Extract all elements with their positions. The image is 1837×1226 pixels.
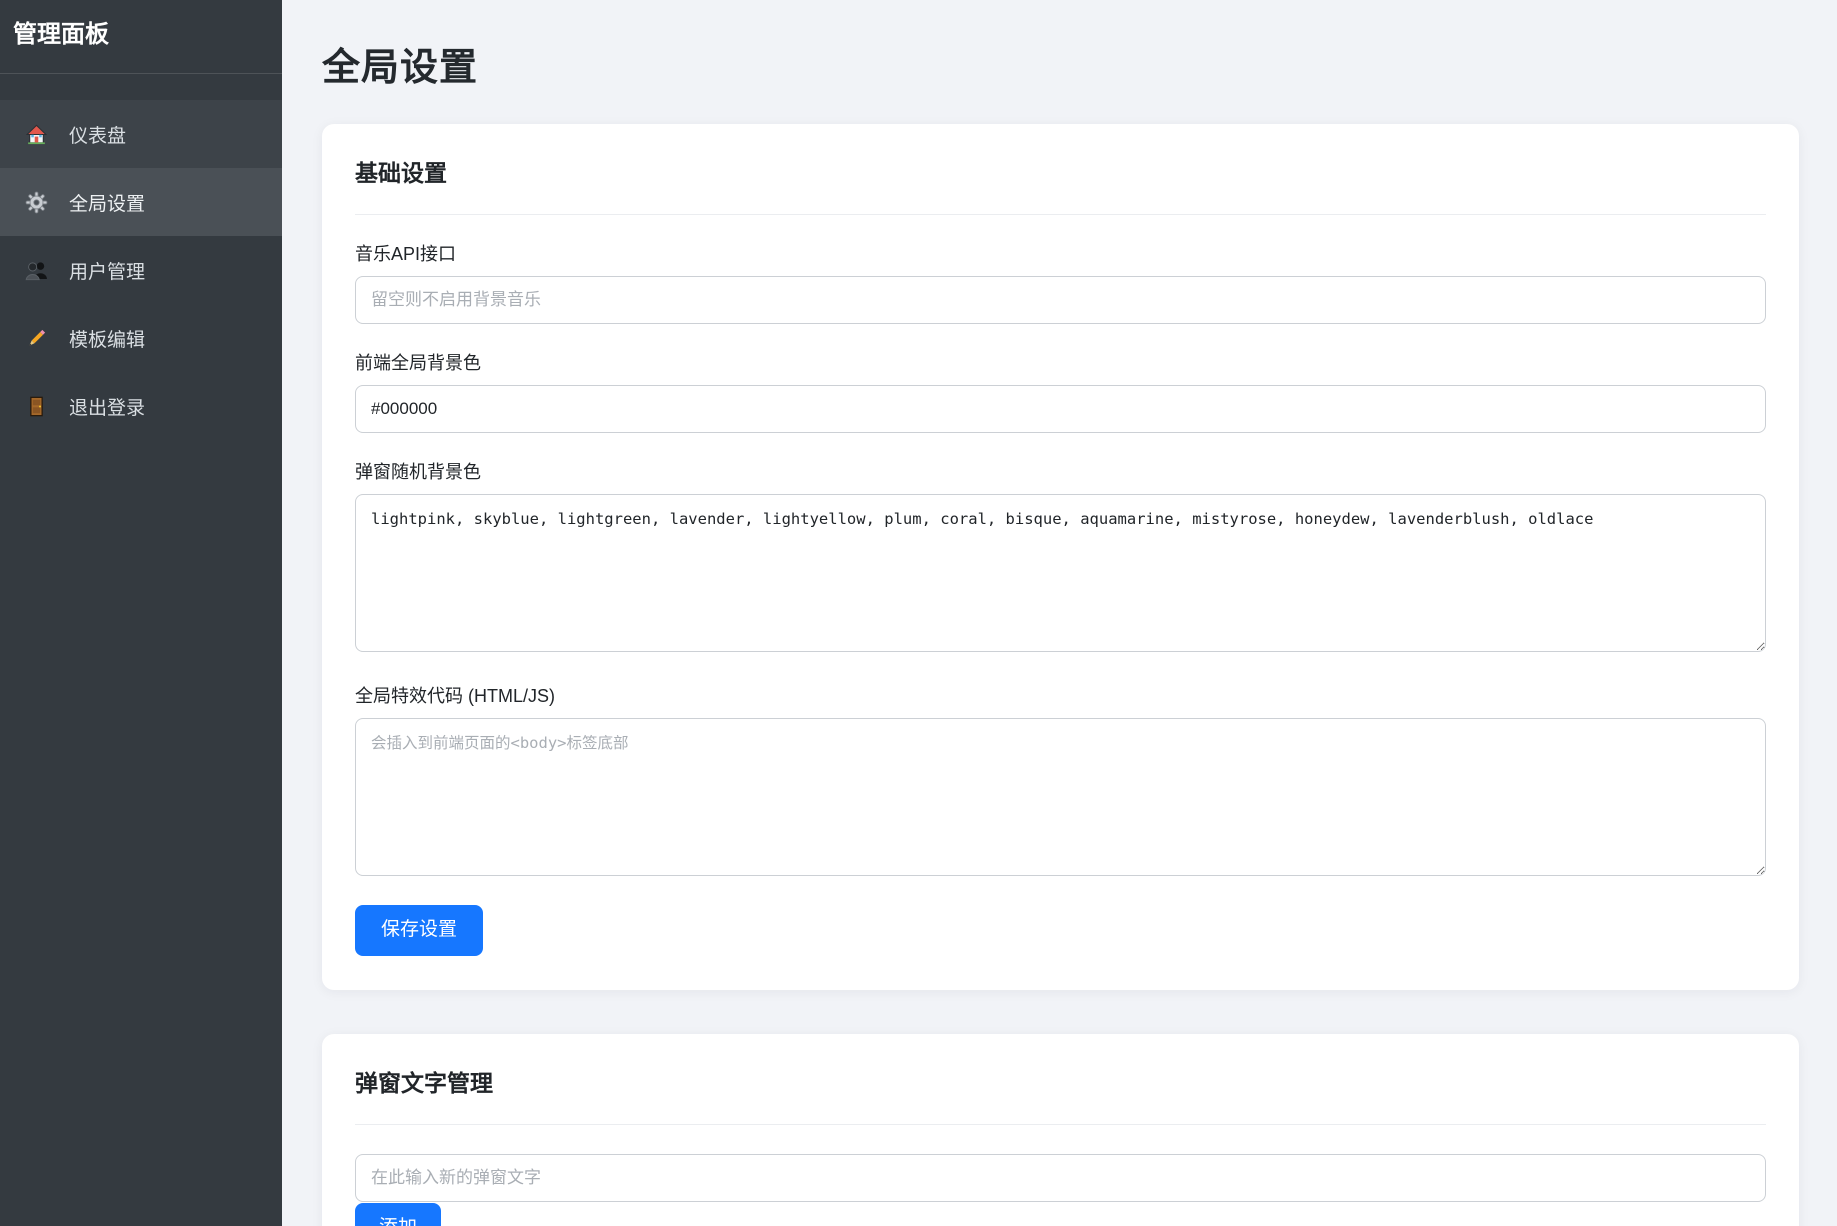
popup-text-input-row: 添加 [355,1154,1766,1226]
app-root: 管理面板 仪表盘 [0,0,1837,1226]
sidebar-item-label: 退出登录 [69,393,145,420]
house-icon [23,121,49,147]
users-icon [23,257,49,283]
frontend-bg-color-input[interactable] [355,385,1766,433]
gear-icon [23,189,49,215]
sidebar-item-dashboard[interactable]: 仪表盘 [0,100,282,168]
sidebar-item-label: 模板编辑 [69,325,145,352]
sidebar-item-label: 用户管理 [69,257,145,284]
music-api-group: 音乐API接口 [355,240,1766,324]
door-icon [23,393,49,419]
pencil-icon [23,325,49,351]
sidebar-nav: 仪表盘 全局设置 [0,100,282,440]
global-effects-code-group: 全局特效代码 (HTML/JS) [355,682,1766,881]
frontend-bg-color-label: 前端全局背景色 [355,349,1766,375]
save-settings-button[interactable]: 保存设置 [355,905,483,956]
main-content: 全局设置 基础设置 音乐API接口 前端全局背景色 弹窗随机背景色 lightp… [282,0,1837,1226]
popup-text-card: 弹窗文字管理 添加 [322,1034,1799,1226]
popup-text-input[interactable] [355,1154,1766,1202]
global-effects-code-textarea[interactable] [355,718,1766,876]
popup-random-colors-label: 弹窗随机背景色 [355,458,1766,484]
music-api-input[interactable] [355,276,1766,324]
popup-random-colors-group: 弹窗随机背景色 lightpink, skyblue, lightgreen, … [355,458,1766,657]
sidebar-item-label: 仪表盘 [69,121,126,148]
basic-settings-card: 基础设置 音乐API接口 前端全局背景色 弹窗随机背景色 lightpink, … [322,124,1799,990]
sidebar-item-label: 全局设置 [69,189,145,216]
basic-settings-heading: 基础设置 [355,146,1766,215]
sidebar-title: 管理面板 [0,0,282,74]
sidebar-item-user-management[interactable]: 用户管理 [0,236,282,304]
sidebar: 管理面板 仪表盘 [0,0,282,1226]
sidebar-item-logout[interactable]: 退出登录 [0,372,282,440]
page-title: 全局设置 [322,36,1799,91]
frontend-bg-color-group: 前端全局背景色 [355,349,1766,433]
popup-random-colors-textarea[interactable]: lightpink, skyblue, lightgreen, lavender… [355,494,1766,652]
sidebar-item-global-settings[interactable]: 全局设置 [0,168,282,236]
popup-text-heading: 弹窗文字管理 [355,1056,1766,1125]
global-effects-code-label: 全局特效代码 (HTML/JS) [355,682,1766,708]
add-button[interactable]: 添加 [355,1203,441,1226]
music-api-label: 音乐API接口 [355,240,1766,266]
sidebar-item-template-edit[interactable]: 模板编辑 [0,304,282,372]
